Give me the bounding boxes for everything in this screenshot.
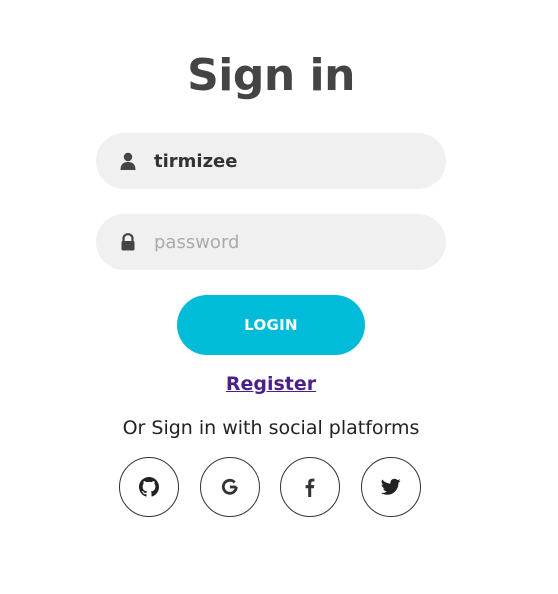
twitter-button[interactable] [361, 457, 421, 517]
github-button[interactable] [119, 457, 179, 517]
google-button[interactable] [200, 457, 260, 517]
register-row: Register [0, 370, 542, 398]
github-icon [139, 477, 159, 497]
facebook-button[interactable] [280, 457, 340, 517]
google-icon [220, 477, 240, 497]
social-signin-text: Or Sign in with social platforms [122, 417, 420, 439]
login-button[interactable]: LOGIN [177, 295, 365, 355]
password-input[interactable] [154, 214, 426, 270]
username-field[interactable] [96, 133, 446, 189]
user-icon [119, 152, 137, 170]
register-link[interactable]: Register [226, 373, 316, 395]
lock-icon [119, 233, 137, 251]
password-field[interactable] [96, 214, 446, 270]
username-input[interactable] [154, 133, 426, 189]
page-title: Sign in [187, 50, 355, 101]
facebook-icon [300, 477, 320, 497]
twitter-icon [381, 478, 401, 496]
